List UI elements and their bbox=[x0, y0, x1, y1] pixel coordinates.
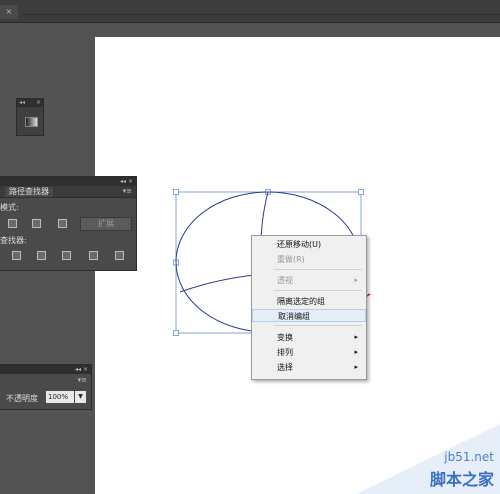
menu-item-select[interactable]: 选择 ▸ bbox=[252, 361, 366, 374]
selection-handle[interactable] bbox=[358, 189, 364, 195]
menu-item-arrange[interactable]: 排列 ▸ bbox=[252, 346, 366, 359]
menu-item-transform[interactable]: 变换 ▸ bbox=[252, 331, 366, 344]
menu-item-label: 排列 bbox=[277, 348, 293, 357]
menu-item-label: 选择 bbox=[277, 363, 293, 372]
menu-item-perspective[interactable]: 透视 ▸ bbox=[252, 274, 366, 287]
submenu-arrow-icon: ▸ bbox=[354, 276, 358, 284]
menu-separator bbox=[274, 325, 362, 326]
watermark: jb51.net 脚本之家 bbox=[356, 424, 500, 494]
menu-item-label: 隔离选定的组 bbox=[277, 297, 325, 306]
menu-item-label: 还原移动(U) bbox=[277, 240, 322, 249]
menu-item-undo-move[interactable]: 还原移动(U) bbox=[252, 238, 366, 251]
canvas-artwork bbox=[173, 189, 371, 336]
submenu-arrow-icon: ▸ bbox=[354, 363, 358, 371]
submenu-arrow-icon: ▸ bbox=[354, 348, 358, 356]
watermark-url: jb51.net bbox=[444, 450, 494, 464]
menu-item-label: 透视 bbox=[277, 276, 293, 285]
submenu-arrow-icon: ▸ bbox=[354, 333, 358, 341]
selection-handle[interactable] bbox=[173, 330, 179, 336]
menu-item-label: 重做(R) bbox=[277, 255, 305, 264]
menu-separator bbox=[274, 290, 362, 291]
menu-item-label: 取消编组 bbox=[278, 312, 310, 321]
menu-item-ungroup[interactable]: 取消编组 bbox=[252, 309, 366, 322]
selection-handle[interactable] bbox=[173, 189, 179, 195]
menu-item-label: 变换 bbox=[277, 333, 293, 342]
menu-item-isolate-group[interactable]: 隔离选定的组 bbox=[252, 295, 366, 308]
context-menu: 还原移动(U) 重做(R) 透视 ▸ 隔离选定的组 取消编组 变换 ▸ 排列 ▸ 选择… bbox=[251, 235, 367, 380]
menu-item-redo[interactable]: 重做(R) bbox=[252, 253, 366, 266]
watermark-name: 脚本之家 bbox=[429, 470, 494, 489]
menu-separator bbox=[274, 269, 362, 270]
